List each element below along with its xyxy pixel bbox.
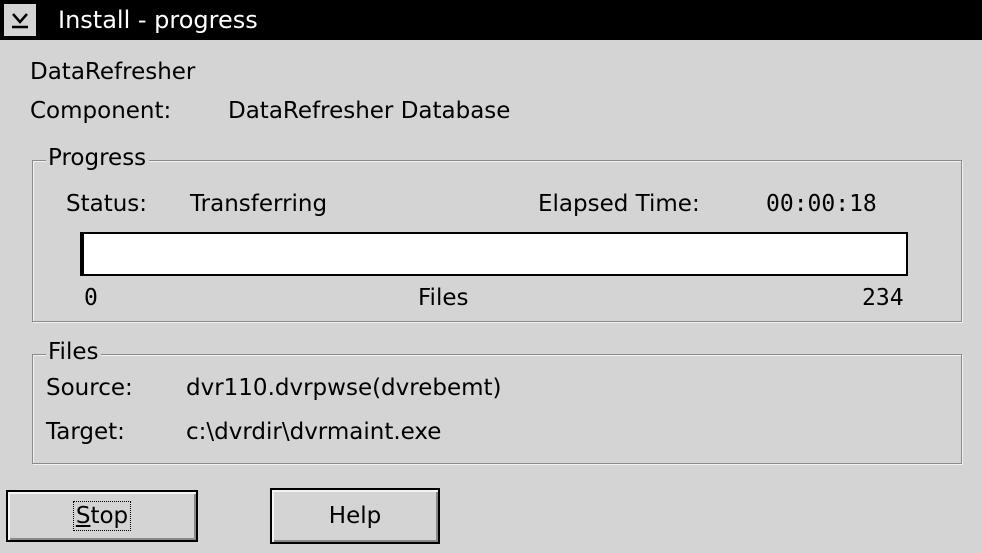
progress-scale-max: 234 — [862, 285, 904, 311]
stop-button-label: Stop — [72, 501, 132, 531]
target-label: Target: — [46, 419, 125, 445]
progress-scale-min: 0 — [84, 285, 98, 311]
product-name: DataRefresher — [30, 59, 196, 85]
title-bar[interactable]: Install - progress — [0, 0, 982, 40]
files-group — [32, 354, 962, 464]
elapsed-time-label: Elapsed Time: — [538, 191, 700, 217]
progress-bar — [80, 232, 908, 276]
progress-scale-caption: Files — [418, 285, 469, 311]
status-value: Transferring — [190, 191, 328, 217]
status-label: Status: — [66, 191, 148, 217]
stop-button[interactable]: Stop — [6, 490, 198, 542]
progress-group-legend: Progress — [46, 144, 150, 172]
system-menu-button[interactable] — [4, 4, 38, 36]
minimize-arrow-icon — [12, 13, 28, 29]
component-label: Component: — [30, 98, 172, 124]
install-progress-window: Install - progress DataRefresher Compone… — [0, 0, 982, 553]
source-value: dvr110.dvrpwse(dvrebemt) — [186, 375, 502, 401]
files-group-legend: Files — [46, 338, 102, 366]
elapsed-time-value: 00:00:18 — [766, 191, 877, 217]
source-label: Source: — [46, 375, 133, 401]
help-button[interactable]: Help — [270, 488, 440, 544]
window-title: Install - progress — [58, 6, 258, 34]
component-value: DataRefresher Database — [228, 98, 511, 124]
target-value: c:\dvrdir\dvrmaint.exe — [186, 419, 442, 445]
